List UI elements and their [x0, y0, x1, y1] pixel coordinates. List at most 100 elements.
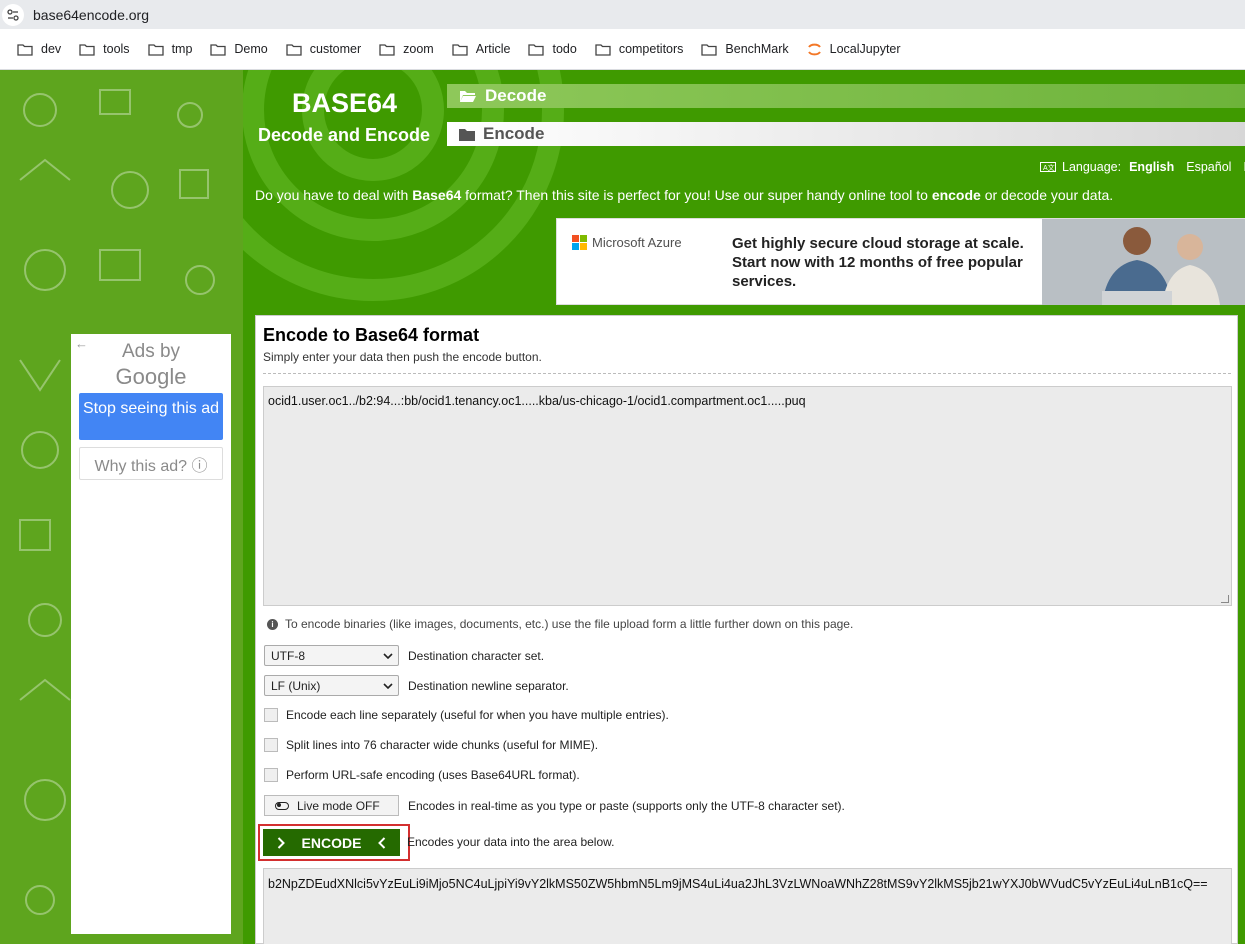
page-subtitle: Simply enter your data then push the enc…: [263, 350, 542, 364]
intro-bold: Base64: [412, 187, 462, 203]
live-mode-desc: Encodes in real-time as you type or past…: [408, 798, 845, 813]
nav-decode-label: Decode: [485, 86, 547, 105]
folder-icon: [79, 43, 95, 56]
bookmark-label: zoom: [403, 42, 434, 56]
each-line-option: Encode each line separately (useful for …: [264, 708, 669, 722]
bookmark-customer[interactable]: customer: [286, 42, 361, 56]
bookmark-tools[interactable]: tools: [79, 42, 130, 56]
bookmark-label: tmp: [171, 42, 193, 56]
output-value: b2NpZDEudXNlci5vYzEuLi9iMjo5NC4uLjpiYi9v…: [268, 877, 1208, 891]
nav-encode-label: Encode: [483, 124, 545, 143]
why-this-ad-button[interactable]: Why this ad? ⓘ: [79, 447, 223, 480]
folder-icon: [528, 43, 545, 56]
ads-by-label: Ads by: [121, 341, 181, 362]
info-icon: i: [267, 618, 278, 630]
folder-icon: [17, 43, 33, 56]
each-line-label: Encode each line separately (useful for …: [286, 708, 669, 722]
jupyter-icon: [807, 43, 821, 55]
input-value: ocid1.user.oc1../b2:94...:bb/ocid1.tenan…: [268, 394, 806, 408]
charset-value: UTF-8: [271, 648, 305, 663]
encode-panel: Encode to Base64 format Simply enter you…: [255, 315, 1238, 944]
dashed-divider: [263, 373, 1231, 374]
encode-button[interactable]: ENCODE: [263, 829, 400, 856]
live-mode-button[interactable]: Live mode OFF: [264, 795, 399, 816]
bookmarks-bar: dev tools tmp Demo customer zoom Article todo co…: [0, 29, 1245, 70]
language-label: Language:: [1062, 160, 1122, 174]
binary-note: i To encode binaries (like images, docum…: [267, 617, 853, 631]
folder-icon: [210, 43, 227, 56]
intro-bold: encode: [931, 187, 981, 203]
intro-part: format? Then this site is perfect for yo…: [461, 187, 932, 203]
site-settings-icon[interactable]: [2, 3, 24, 26]
bookmark-label: LocalJupyter: [829, 42, 901, 56]
nav-encode[interactable]: Encode: [447, 122, 1245, 146]
bookmark-competitors[interactable]: competitors: [595, 42, 684, 56]
bookmark-label: BenchMark: [725, 42, 789, 56]
folder-icon: [379, 43, 395, 56]
folder-icon: [286, 43, 302, 56]
bookmark-todo[interactable]: todo: [528, 42, 577, 56]
microsoft-squares-icon: [572, 235, 587, 250]
newline-value: LF (Unix): [271, 678, 321, 693]
address-bar-url[interactable]: base64encode.org: [33, 7, 149, 23]
intro-part: or decode your data.: [980, 187, 1114, 203]
ad-brand: Microsoft Azure: [592, 235, 682, 250]
bookmark-tmp[interactable]: tmp: [147, 42, 193, 56]
toggle-off-icon: [275, 801, 289, 810]
page-title: Encode to Base64 format: [263, 325, 480, 345]
chevron-right-icon: [277, 836, 285, 849]
logo-title[interactable]: BASE64: [292, 88, 397, 119]
chevron-down-icon: [383, 682, 393, 689]
intro-text: Do you have to deal with Base64 format? …: [255, 187, 1113, 203]
nav-decode[interactable]: Decode: [447, 84, 1245, 108]
folder-icon: [595, 43, 611, 56]
logo-subtitle[interactable]: Decode and Encode: [258, 125, 430, 146]
source-input-textarea[interactable]: ocid1.user.oc1../b2:94...:bb/ocid1.tenan…: [263, 386, 1232, 606]
ad-photo: [1042, 219, 1245, 305]
folder-icon: [459, 128, 475, 141]
bookmark-localjupyter[interactable]: LocalJupyter: [807, 42, 901, 57]
page-body: BASE64 Decode and Encode Decode Encode A…: [0, 70, 1245, 944]
resize-grip-icon[interactable]: [1221, 595, 1229, 603]
bookmark-label: Demo: [234, 42, 268, 56]
split-checkbox[interactable]: [264, 738, 278, 752]
charset-select[interactable]: UTF-8: [264, 645, 399, 666]
urlsafe-checkbox[interactable]: [264, 768, 278, 782]
live-mode-row: Live mode OFF Encodes in real-time as yo…: [264, 795, 845, 816]
svg-text:A文: A文: [1043, 163, 1055, 172]
bookmark-label: todo: [552, 42, 577, 56]
newline-label: Destination newline separator.: [408, 678, 569, 693]
azure-ad-banner[interactable]: Microsoft Azure Get highly secure cloud …: [556, 218, 1245, 305]
language-icon: A文: [1040, 162, 1056, 172]
encode-desc: Encodes your data into the area below.: [407, 835, 615, 849]
split-option: Split lines into 76 character wide chunk…: [264, 738, 598, 752]
google-label: Google: [115, 364, 187, 389]
folder-icon: [701, 43, 718, 56]
urlsafe-label: Perform URL-safe encoding (uses Base64UR…: [286, 768, 580, 782]
google-side-ad: ← Ads by Google Stop seeing this ad Why …: [71, 334, 231, 934]
encode-label: ENCODE: [301, 834, 362, 851]
output-textarea[interactable]: b2NpZDEudXNlci5vYzEuLi9iMjo5NC4uLjpiYi9v…: [263, 868, 1232, 944]
browser-url-bar: base64encode.org: [0, 0, 1245, 29]
stop-seeing-ad-button[interactable]: Stop seeing this ad: [79, 393, 223, 440]
bookmark-article[interactable]: Article: [452, 42, 510, 56]
folder-open-icon: [460, 91, 476, 102]
microsoft-logo: Microsoft Azure: [572, 235, 682, 250]
bookmark-dev[interactable]: dev: [17, 42, 61, 56]
binary-note-text: To encode binaries (like images, documen…: [285, 617, 854, 631]
bookmark-benchmark[interactable]: BenchMark: [701, 42, 789, 56]
chevron-down-icon: [383, 652, 393, 659]
bookmark-label: competitors: [618, 42, 684, 56]
intro-part: Do you have to deal with: [255, 187, 413, 203]
ad-headline: Get highly secure cloud storage at scale…: [732, 235, 1024, 290]
split-label: Split lines into 76 character wide chunk…: [286, 738, 599, 752]
language-espanol[interactable]: Español: [1186, 160, 1231, 174]
bookmark-label: dev: [41, 42, 62, 56]
newline-select[interactable]: LF (Unix): [264, 675, 399, 696]
live-mode-label: Live mode OFF: [297, 798, 380, 813]
bookmark-demo[interactable]: Demo: [210, 42, 268, 56]
bookmark-zoom[interactable]: zoom: [379, 42, 434, 56]
language-english[interactable]: English: [1129, 160, 1174, 174]
each-line-checkbox[interactable]: [264, 708, 278, 722]
urlsafe-option: Perform URL-safe encoding (uses Base64UR…: [264, 768, 580, 782]
